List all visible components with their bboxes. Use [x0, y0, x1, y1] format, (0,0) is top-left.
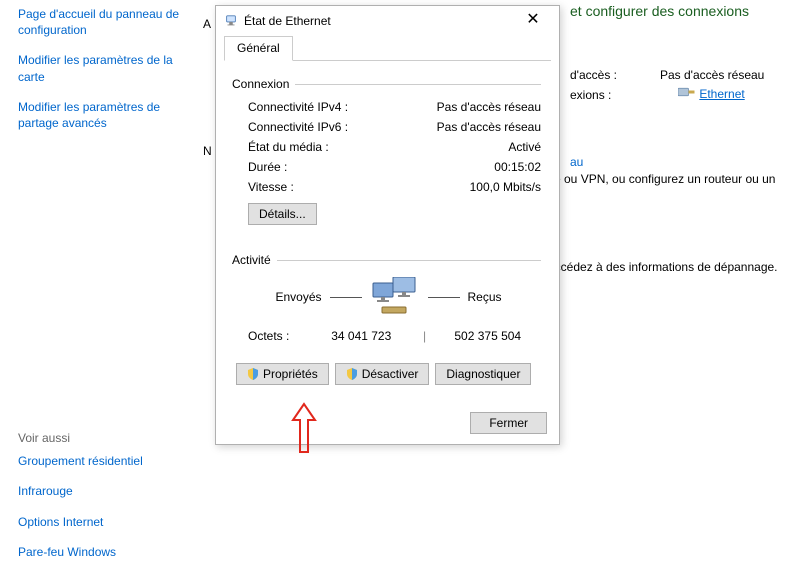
divider [295, 84, 541, 85]
divider [330, 297, 362, 298]
ipv6-label: Connectivité IPv6 : [248, 120, 421, 134]
sidebar: Page d'accueil du panneau de configurati… [18, 0, 198, 574]
ethernet-status-dialog: État de Ethernet ✕ Général Connexion Con… [215, 5, 560, 445]
connections-label: exions : [570, 88, 611, 102]
row-speed: Vitesse : 100,0 Mbits/s [236, 177, 541, 197]
shield-icon [346, 368, 358, 380]
close-button[interactable]: Fermer [470, 412, 547, 434]
dialog-title: État de Ethernet [244, 14, 513, 28]
computers-icon [370, 277, 420, 317]
tab-general[interactable]: Général [224, 36, 293, 61]
sidebar-link-home[interactable]: Page d'accueil du panneau de configurati… [18, 6, 198, 38]
sidebar-link-adapter-settings[interactable]: Modifier les paramètres de la carte [18, 52, 198, 84]
dialog-body: Connexion Connectivité IPv4 : Pas d'accè… [216, 61, 559, 393]
see-also-label: Voir aussi [18, 431, 198, 445]
properties-button[interactable]: Propriétés [236, 363, 329, 385]
page-title-partial: et configurer des connexions [570, 3, 749, 19]
row-media: État du média : Activé [236, 137, 541, 157]
bytes-received-value: 502 375 504 [435, 329, 542, 343]
details-button[interactable]: Détails... [248, 203, 317, 225]
disable-button[interactable]: Désactiver [335, 363, 430, 385]
access-type-value: Pas d'accès réseau [660, 68, 764, 82]
info-text-1: ce ou VPN, ou configurez un routeur ou u… [548, 172, 775, 186]
text-fragment: au [570, 155, 583, 169]
text-fragment: A [203, 17, 211, 31]
speed-label: Vitesse : [248, 180, 421, 194]
access-type-label: d'accès : [570, 68, 617, 82]
media-state-value: Activé [421, 140, 541, 154]
sidebar-link-homegroup[interactable]: Groupement résidentiel [18, 453, 198, 469]
media-state-label: État du média : [248, 140, 421, 154]
disable-button-label: Désactiver [362, 367, 419, 381]
dialog-footer: Fermer [470, 412, 547, 434]
connection-row: Ethernet [678, 86, 745, 101]
divider [277, 260, 541, 261]
dialog-titlebar: État de Ethernet ✕ [216, 6, 559, 36]
speed-value: 100,0 Mbits/s [421, 180, 541, 194]
info-text-2: accédez à des informations de dépannage. [548, 260, 778, 274]
action-button-row: Propriétés Désactiver Diagnostiquer [236, 363, 541, 385]
tab-strip: Général [224, 36, 551, 61]
ipv4-label: Connectivité IPv4 : [248, 100, 421, 114]
group-connection: Connexion [232, 77, 541, 91]
row-ipv6: Connectivité IPv6 : Pas d'accès réseau [236, 117, 541, 137]
row-duration: Durée : 00:15:02 [236, 157, 541, 177]
properties-button-label: Propriétés [263, 367, 318, 381]
ethernet-link[interactable]: Ethernet [699, 87, 744, 101]
group-activity-label: Activité [232, 253, 271, 267]
group-activity: Activité [232, 253, 541, 267]
text-fragment: N [203, 144, 212, 158]
row-ipv4: Connectivité IPv4 : Pas d'accès réseau [236, 97, 541, 117]
separator: | [415, 329, 435, 343]
ethernet-icon [678, 87, 699, 101]
ipv4-value: Pas d'accès réseau [421, 100, 541, 114]
close-icon[interactable]: ✕ [513, 8, 553, 34]
sidebar-link-sharing-settings[interactable]: Modifier les paramètres de partage avanc… [18, 99, 198, 131]
ipv6-value: Pas d'accès réseau [421, 120, 541, 134]
sidebar-link-infrared[interactable]: Infrarouge [18, 483, 198, 499]
duration-label: Durée : [248, 160, 421, 174]
divider [428, 297, 460, 298]
bytes-sent-value: 34 041 723 [308, 329, 415, 343]
group-connection-label: Connexion [232, 77, 289, 91]
network-adapter-icon [224, 14, 238, 28]
bytes-label: Octets : [248, 329, 308, 343]
diagnose-button[interactable]: Diagnostiquer [435, 363, 531, 385]
sent-label: Envoyés [275, 290, 321, 304]
duration-value: 00:15:02 [421, 160, 541, 174]
sidebar-link-windows-firewall[interactable]: Pare-feu Windows [18, 544, 198, 560]
row-bytes: Octets : 34 041 723 | 502 375 504 [236, 323, 541, 343]
activity-diagram: Envoyés Reçus [236, 277, 541, 317]
shield-icon [247, 368, 259, 380]
received-label: Reçus [468, 290, 502, 304]
